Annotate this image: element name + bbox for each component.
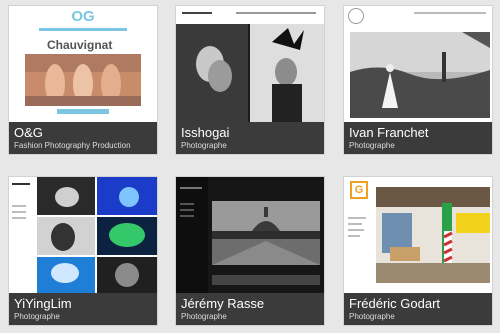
header-bar xyxy=(182,12,212,14)
site-name: YiYingLim xyxy=(14,296,72,311)
thumbnail-og[interactable]: OG Chauvignat xyxy=(9,6,157,122)
caption: Frédéric Godart Photographe xyxy=(344,293,492,325)
nav-line xyxy=(39,28,127,31)
photo-grid xyxy=(37,177,157,293)
cta-button xyxy=(57,109,109,114)
og-heading: Chauvignat xyxy=(47,38,113,52)
site-subtitle: Photographe xyxy=(14,312,60,321)
site-name: Ivan Franchet xyxy=(349,125,429,140)
portfolio-card-frederic-godart[interactable]: G Frédéric Godart Photographe xyxy=(344,177,492,325)
menu-bar xyxy=(236,12,316,14)
menu-bar xyxy=(414,12,486,14)
site-name: Isshogai xyxy=(181,125,230,140)
og-logo: OG xyxy=(71,8,95,25)
wedding-photo xyxy=(350,32,490,118)
portfolio-card-isshogai[interactable]: Isshogai Photographe xyxy=(176,6,324,154)
logo-icon xyxy=(348,8,364,24)
caption: O&G Fashion Photography Production xyxy=(9,122,157,154)
site-name: Jérémy Rasse xyxy=(181,296,265,311)
godart-logo: G xyxy=(350,181,368,199)
portfolio-card-jeremy-rasse[interactable]: Jérémy Rasse Photographe xyxy=(176,177,324,325)
interior-photo xyxy=(376,187,490,283)
site-subtitle: Photographe xyxy=(181,141,227,150)
site-subtitle: Photographe xyxy=(349,141,395,150)
site-name: Frédéric Godart xyxy=(349,296,441,311)
sidebar xyxy=(176,177,208,293)
thumbnail-frederic-godart[interactable]: G xyxy=(344,177,492,293)
fashion-photo xyxy=(25,54,141,106)
caption: YiYingLim Photographe xyxy=(9,293,157,325)
thumbnail-jeremy-rasse[interactable] xyxy=(176,177,324,293)
portfolio-card-ivan-franchet[interactable]: Ivan Franchet Photographe xyxy=(344,6,492,154)
portfolio-card-yiyinglim[interactable]: YiYingLim Photographe xyxy=(9,177,157,325)
bw-photo xyxy=(176,24,324,122)
caption: Isshogai Photographe xyxy=(176,122,324,154)
site-name: O&G xyxy=(14,125,43,140)
thumbnail-strip xyxy=(212,275,320,285)
sidebar xyxy=(9,177,37,293)
site-subtitle: Photographe xyxy=(349,312,395,321)
caption: Jérémy Rasse Photographe xyxy=(176,293,324,325)
thumbnail-ivan-franchet[interactable] xyxy=(344,6,492,122)
thumbnail-isshogai[interactable] xyxy=(176,6,324,122)
portfolio-card-og[interactable]: OG Chauvignat O&G Fashion Photography Pr… xyxy=(9,6,157,154)
thumbnail-yiyinglim[interactable] xyxy=(9,177,157,293)
paris-photo xyxy=(212,201,320,265)
site-subtitle: Fashion Photography Production xyxy=(14,141,131,150)
caption: Ivan Franchet Photographe xyxy=(344,122,492,154)
site-subtitle: Photographe xyxy=(181,312,227,321)
